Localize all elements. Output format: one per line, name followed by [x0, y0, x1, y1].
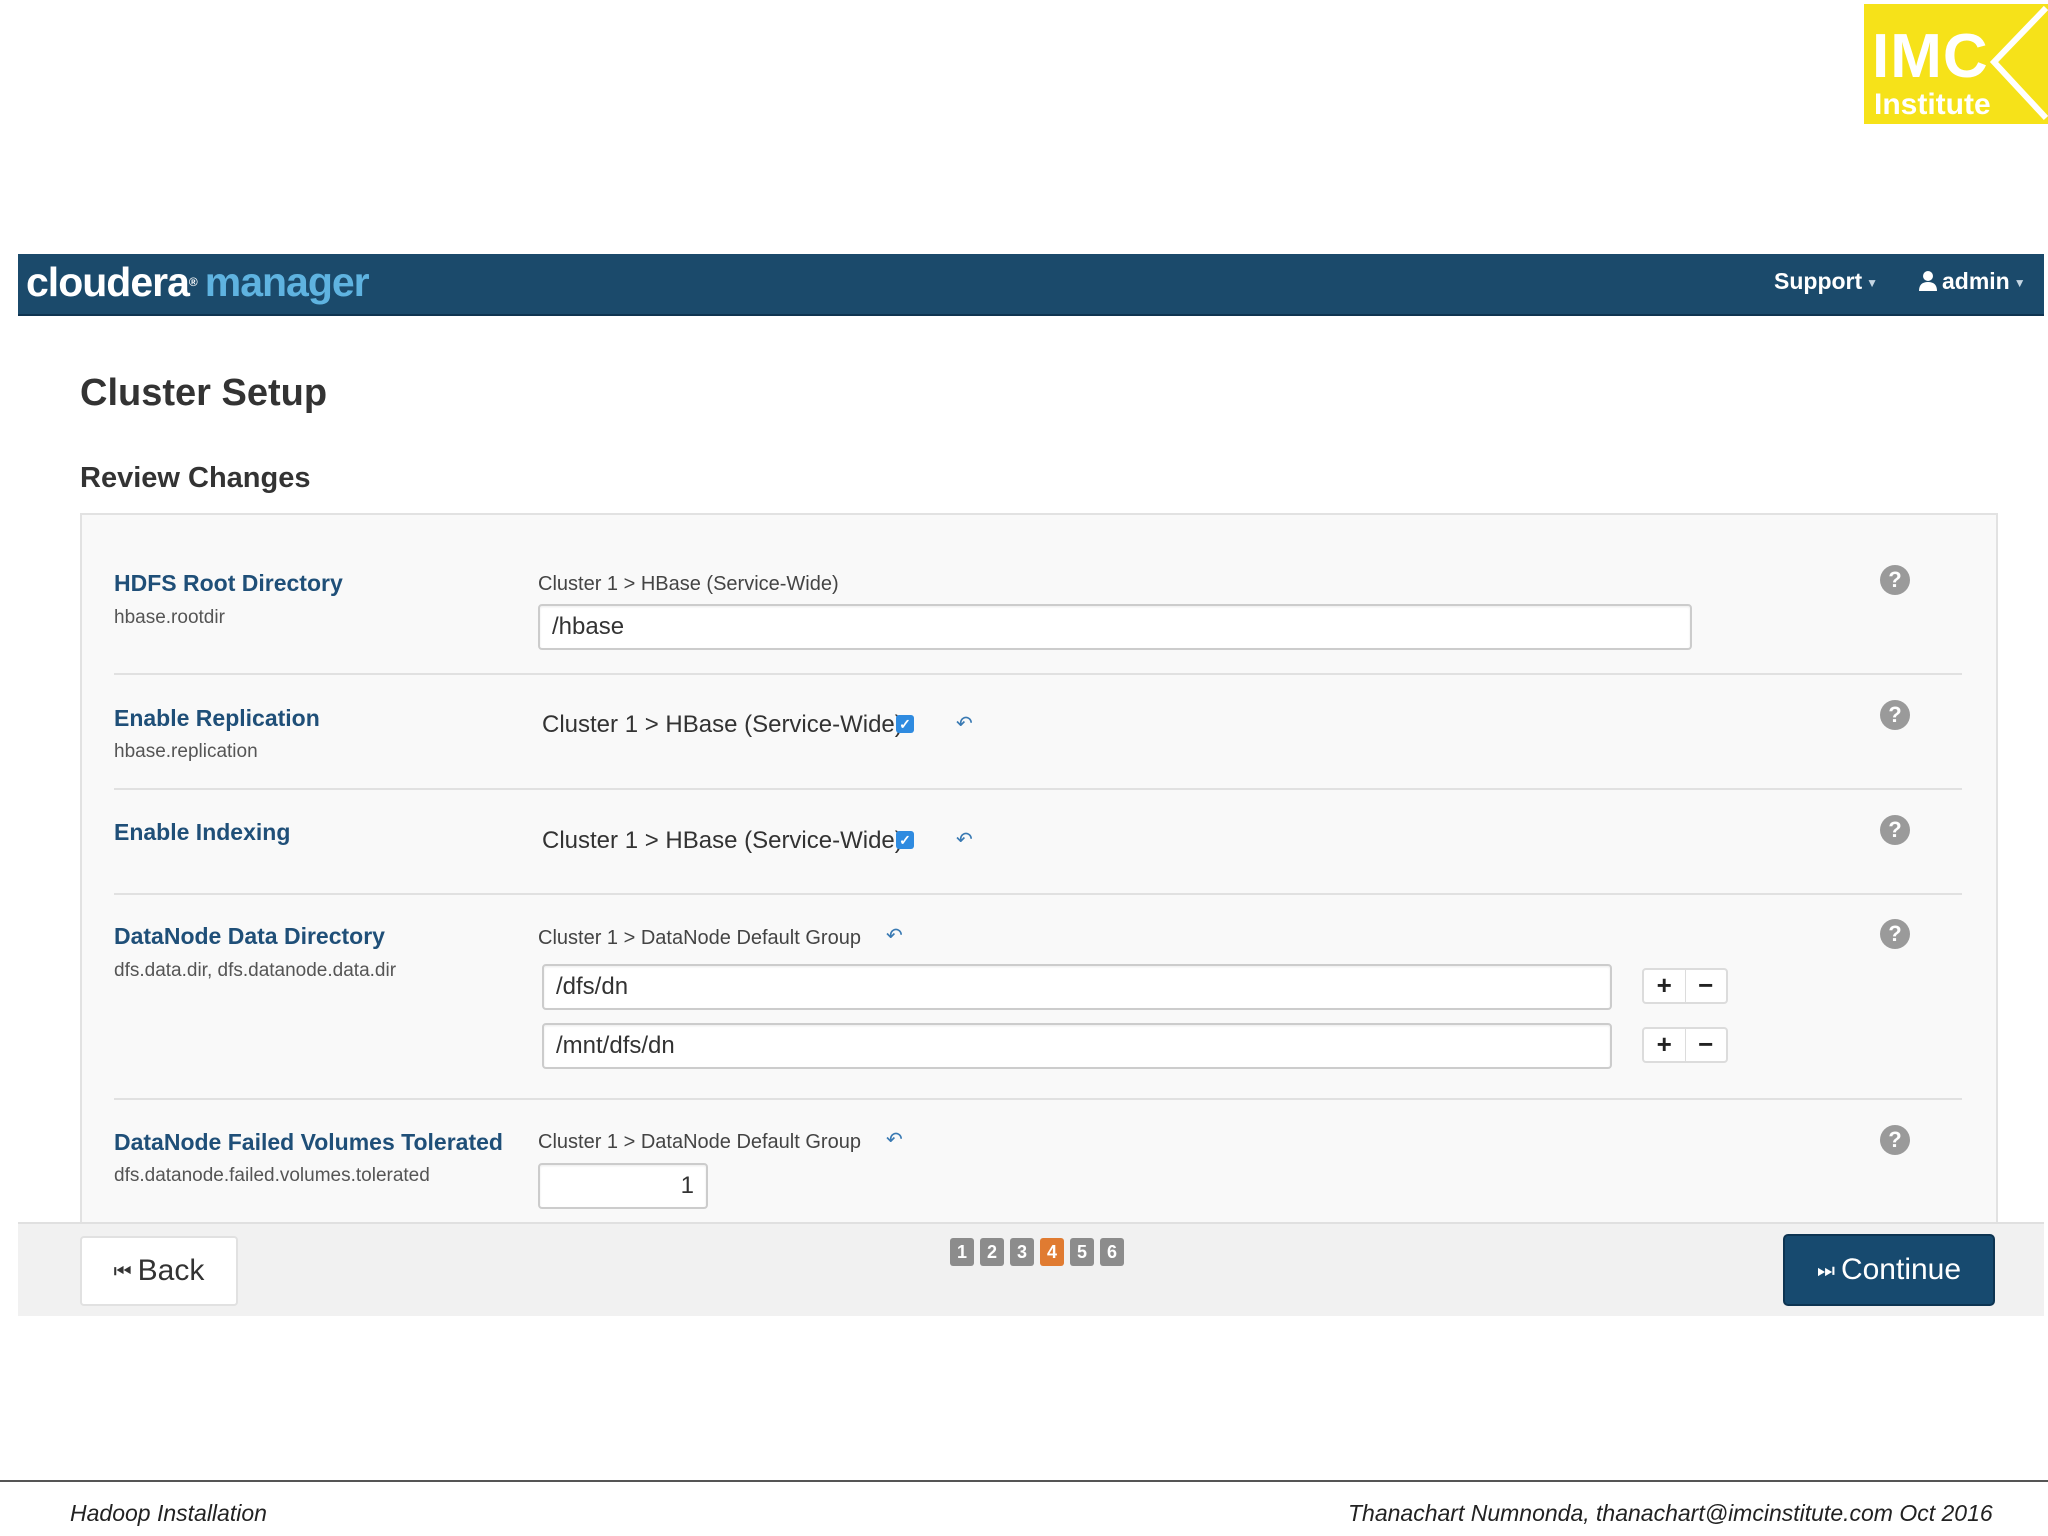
page-6[interactable]: 6	[1100, 1238, 1124, 1266]
continue-label: Continue	[1840, 1253, 1962, 1286]
datanode-dir-input[interactable]	[542, 964, 1612, 1010]
failed-volumes-input[interactable]	[538, 1163, 708, 1209]
property-scope: Cluster 1 > HBase (Service-Wide)	[542, 711, 903, 738]
caret-down-icon: ▼	[2013, 275, 2026, 290]
row-divider	[114, 673, 1962, 675]
help-icon[interactable]: ?	[1880, 919, 1910, 949]
property-scope: Cluster 1 > DataNode Default Group	[538, 1131, 861, 1153]
undo-arrow-icon[interactable]: ↶	[956, 827, 973, 852]
property-key: hbase.replication	[114, 741, 258, 762]
datanode-dir-input[interactable]	[542, 1023, 1612, 1069]
property-scope: Cluster 1 > HBase (Service-Wide)	[542, 827, 903, 854]
row-divider	[114, 788, 1962, 790]
enable-replication-checkbox[interactable]: ✓	[896, 715, 914, 733]
row-divider	[114, 893, 1962, 895]
section-title: Review Changes	[80, 462, 311, 494]
undo-arrow-icon[interactable]: ↶	[886, 923, 903, 948]
plus-icon[interactable]: +	[1644, 970, 1686, 1002]
row-divider	[114, 1098, 1962, 1100]
property-key: dfs.data.dir, dfs.datanode.data.dir	[114, 960, 397, 981]
property-scope: Cluster 1 > DataNode Default Group	[538, 927, 861, 949]
hdfs-root-directory-input[interactable]	[538, 604, 1692, 650]
brand-registered-mark: ®	[188, 275, 198, 289]
user-icon	[1919, 271, 1937, 291]
help-icon[interactable]: ?	[1880, 815, 1910, 845]
top-navbar: cloudera® manager Support ▼ admin ▼	[18, 254, 2044, 316]
property-key: hbase.rootdir	[114, 607, 225, 628]
back-button[interactable]: ⏮ Back	[80, 1236, 238, 1306]
cloudera-manager-logo[interactable]: cloudera® manager	[26, 258, 370, 306]
footer-left-text: Hadoop Installation	[70, 1500, 267, 1526]
skip-back-icon: ⏮	[113, 1261, 132, 1284]
continue-button[interactable]: ⏭ Continue	[1783, 1234, 1995, 1306]
page-4-current[interactable]: 4	[1040, 1238, 1064, 1266]
step-pager: 1 2 3 4 5 6	[950, 1238, 1124, 1266]
review-changes-panel: HDFS Root Directory hbase.rootdir Cluste…	[80, 513, 1998, 1227]
plus-icon[interactable]: +	[1644, 1029, 1686, 1061]
property-name: Enable Replication	[114, 705, 320, 731]
page-1[interactable]: 1	[950, 1238, 974, 1266]
support-menu[interactable]: Support ▼	[1774, 268, 1878, 295]
wizard-footer-bar: ⏮ Back 1 2 3 4 5 6 ⏭ Continue	[18, 1222, 2044, 1316]
property-scope: Cluster 1 > HBase (Service-Wide)	[538, 573, 839, 595]
footer-divider	[0, 1480, 2048, 1482]
logo-chevron-icon	[1989, 5, 2048, 121]
page-3[interactable]: 3	[1010, 1238, 1034, 1266]
property-name: Enable Indexing	[114, 819, 291, 845]
brand-manager: manager	[204, 259, 370, 305]
help-icon[interactable]: ?	[1880, 1125, 1910, 1155]
enable-indexing-checkbox[interactable]: ✓	[896, 831, 914, 849]
imc-institute-logo: IMC Institute	[1864, 4, 2048, 124]
caret-down-icon: ▼	[1866, 275, 1879, 290]
skip-forward-icon: ⏭	[1816, 1260, 1835, 1283]
minus-icon[interactable]: −	[1686, 970, 1727, 1002]
page-title: Cluster Setup	[80, 372, 328, 414]
help-icon[interactable]: ?	[1880, 565, 1910, 595]
minus-icon[interactable]: −	[1686, 1029, 1727, 1061]
property-name: HDFS Root Directory	[114, 570, 343, 596]
undo-arrow-icon[interactable]: ↶	[886, 1127, 903, 1152]
property-name: DataNode Failed Volumes Tolerated	[114, 1129, 503, 1155]
page-2[interactable]: 2	[980, 1238, 1004, 1266]
brand-cloudera: cloudera	[26, 259, 190, 305]
support-label: Support	[1774, 268, 1863, 294]
add-remove-buttons: + −	[1642, 1027, 1728, 1063]
admin-user-menu[interactable]: admin ▼	[1918, 268, 2026, 295]
back-label: Back	[137, 1254, 205, 1287]
add-remove-buttons: + −	[1642, 968, 1728, 1004]
footer-right-text: Thanachart Numnonda, thanachart@imcinsti…	[1348, 1500, 1993, 1526]
undo-arrow-icon[interactable]: ↶	[956, 711, 973, 736]
property-name: DataNode Data Directory	[114, 923, 385, 949]
admin-label: admin	[1942, 268, 2010, 294]
page-5[interactable]: 5	[1070, 1238, 1094, 1266]
property-key: dfs.datanode.failed.volumes.tolerated	[114, 1165, 430, 1186]
help-icon[interactable]: ?	[1880, 700, 1910, 730]
